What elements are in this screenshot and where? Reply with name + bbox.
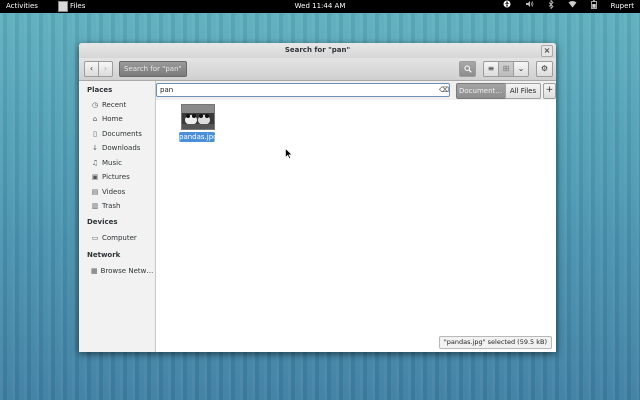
search-input[interactable] bbox=[156, 83, 450, 97]
computer-icon: ▭ bbox=[91, 234, 99, 242]
activities-button[interactable]: Activities bbox=[6, 0, 38, 13]
file-type-filter[interactable]: Document… bbox=[456, 83, 507, 99]
sidebar-item-browse-network[interactable]: ▦ Browse Netw… bbox=[91, 265, 153, 277]
sidebar: Places ◷ Recent ⌂ Home ▯ Documents ↓ Downloa… bbox=[79, 81, 156, 352]
download-icon: ↓ bbox=[92, 144, 98, 152]
close-button[interactable]: × bbox=[541, 45, 553, 57]
sidebar-item-computer[interactable]: ▭ Computer bbox=[91, 232, 153, 244]
list-view-button[interactable]: ≡ bbox=[483, 61, 499, 77]
sidebar-item-label: Videos bbox=[102, 188, 126, 196]
search-button[interactable] bbox=[459, 61, 476, 77]
sidebar-item-pictures[interactable]: ▣ Pictures bbox=[91, 171, 153, 183]
sidebar-item-label: Computer bbox=[102, 234, 137, 242]
sidebar-item-label: Recent bbox=[102, 101, 127, 109]
home-icon: ⌂ bbox=[92, 115, 98, 123]
network-icon: ▦ bbox=[91, 267, 98, 275]
file-item[interactable]: pandas.jpg bbox=[179, 104, 218, 142]
top-bar: Activities Files Wed 11:44 AM Rupert bbox=[0, 0, 640, 13]
search-icon bbox=[463, 65, 472, 73]
file-name: pandas.jpg bbox=[179, 132, 218, 142]
accessibility-icon[interactable] bbox=[503, 0, 511, 13]
sidebar-item-music[interactable]: ♫ Music bbox=[91, 157, 153, 169]
window-title: Search for "pan" bbox=[284, 46, 351, 54]
app-name: Files bbox=[70, 2, 86, 10]
sidebar-item-documents[interactable]: ▯ Documents bbox=[91, 128, 153, 140]
sidebar-item-videos[interactable]: ▤ Videos bbox=[91, 186, 153, 198]
wifi-icon[interactable] bbox=[568, 0, 577, 13]
title-bar[interactable]: Search for "pan" × bbox=[79, 43, 556, 58]
image-thumbnail bbox=[181, 104, 215, 130]
file-view: pandas.jpg "pandas.jpg" selected (59.5 k… bbox=[156, 100, 556, 352]
sidebar-item-label: Browse Netw… bbox=[100, 267, 153, 275]
location-filter[interactable]: All Files bbox=[505, 83, 541, 99]
status-bar: "pandas.jpg" selected (59.5 kB) bbox=[438, 336, 552, 349]
system-tray: Rupert bbox=[503, 0, 634, 13]
app-menu[interactable]: Files bbox=[58, 0, 85, 13]
sidebar-item-label: Music bbox=[102, 159, 122, 167]
toolbar: ‹ › Search for "pan" ≡ ⊞ ⌄ ⚙ bbox=[79, 58, 556, 81]
add-filter-button[interactable]: + bbox=[543, 83, 556, 99]
back-button[interactable]: ‹ bbox=[84, 61, 99, 77]
sidebar-item-downloads[interactable]: ↓ Downloads bbox=[91, 142, 153, 154]
path-bar-button[interactable]: Search for "pan" bbox=[119, 61, 187, 77]
camera-icon: ▣ bbox=[91, 173, 99, 181]
sidebar-item-home[interactable]: ⌂ Home bbox=[91, 113, 153, 125]
view-menu-button[interactable]: ⌄ bbox=[513, 61, 529, 77]
document-icon: ▯ bbox=[93, 130, 97, 138]
recent-icon: ◷ bbox=[91, 101, 99, 109]
files-app-icon bbox=[58, 1, 68, 12]
search-bar: ⌫ Document… All Files + bbox=[156, 81, 556, 100]
clear-search-icon[interactable]: ⌫ bbox=[439, 86, 449, 94]
bluetooth-icon[interactable] bbox=[548, 0, 554, 14]
clock[interactable]: Wed 11:44 AM bbox=[295, 2, 346, 10]
sidebar-item-label: Pictures bbox=[102, 173, 130, 181]
music-icon: ♫ bbox=[91, 159, 99, 167]
trash-icon: ▥ bbox=[91, 202, 99, 210]
sidebar-item-recent[interactable]: ◷ Recent bbox=[91, 99, 153, 111]
film-icon: ▤ bbox=[91, 188, 99, 196]
gear-button[interactable]: ⚙ bbox=[536, 61, 553, 77]
sidebar-item-label: Documents bbox=[102, 130, 142, 138]
forward-button[interactable]: › bbox=[98, 61, 113, 77]
devices-heading: Devices bbox=[87, 218, 118, 226]
places-heading: Places bbox=[87, 86, 113, 94]
network-heading: Network bbox=[87, 251, 121, 259]
user-menu[interactable]: Rupert bbox=[611, 0, 634, 13]
sidebar-item-label: Downloads bbox=[102, 144, 141, 152]
sidebar-item-label: Trash bbox=[102, 202, 121, 210]
volume-icon[interactable] bbox=[525, 0, 534, 13]
battery-icon[interactable] bbox=[590, 0, 597, 14]
files-window: Search for "pan" × ‹ › Search for "pan" … bbox=[79, 43, 556, 352]
sidebar-item-trash[interactable]: ▥ Trash bbox=[91, 200, 153, 212]
sidebar-item-label: Home bbox=[102, 115, 123, 123]
grid-view-button[interactable]: ⊞ bbox=[498, 61, 514, 77]
